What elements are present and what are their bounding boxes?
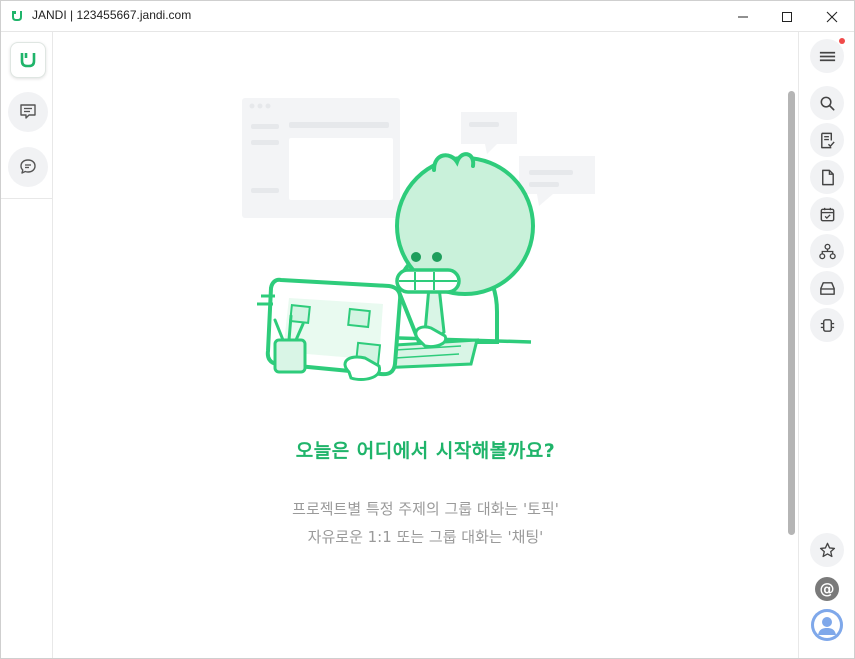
main-content: 오늘은 어디에서 시작해볼까요? 프로젝트별 특정 주제의 그룹 대화는 '토픽… — [54, 32, 797, 658]
jandi-app-icon — [12, 11, 22, 21]
calendar-button[interactable] — [810, 197, 844, 231]
title-bar: JANDI | 123455667.jandi.com — [1, 1, 854, 32]
inbox-icon — [819, 281, 835, 295]
mention-button[interactable]: @ — [815, 577, 839, 601]
maximize-button[interactable] — [764, 1, 810, 32]
close-icon — [826, 11, 838, 22]
favorites-button[interactable] — [810, 533, 844, 567]
minimize-button[interactable] — [720, 1, 766, 32]
user-silhouette-icon — [811, 609, 843, 641]
profile-avatar[interactable] — [811, 609, 843, 641]
left-rail-divider — [1, 198, 53, 199]
description-line-chat: 자유로운 1:1 또는 그룹 대화는 '채팅' — [307, 528, 544, 546]
maximize-icon — [782, 11, 792, 22]
connect-icon — [820, 318, 834, 332]
menu-icon — [819, 51, 835, 61]
topic-list-icon — [20, 104, 36, 119]
jandi-logo-icon — [20, 53, 36, 68]
todo-icon — [820, 132, 835, 148]
todo-button[interactable] — [810, 123, 844, 157]
mention-icon: @ — [819, 580, 835, 598]
topic-list-button[interactable] — [8, 92, 48, 132]
notification-dot — [839, 38, 845, 44]
right-tool-rail: @ — [798, 32, 854, 658]
left-navigation-rail — [1, 32, 53, 658]
star-icon — [819, 542, 835, 557]
org-chart-button[interactable] — [810, 234, 844, 268]
chat-list-button[interactable] — [8, 147, 48, 187]
menu-button[interactable] — [810, 39, 844, 73]
calendar-check-icon — [820, 207, 834, 221]
minimize-icon — [738, 16, 748, 17]
search-icon — [820, 96, 835, 111]
app-window: JANDI | 123455667.jandi.com 오늘은 어디에서 시작해… — [0, 0, 855, 659]
file-icon — [821, 169, 834, 185]
inbox-button[interactable] — [810, 271, 844, 305]
org-chart-icon — [818, 243, 836, 259]
chat-bubble-icon — [20, 159, 36, 174]
main-scrollbar[interactable] — [788, 91, 795, 535]
window-title: JANDI | 123455667.jandi.com — [32, 8, 192, 22]
file-button[interactable] — [810, 160, 844, 194]
description-line-topic: 프로젝트별 특정 주제의 그룹 대화는 '토픽' — [292, 500, 559, 518]
welcome-illustration — [242, 98, 595, 381]
welcome-heading: 오늘은 어디에서 시작해볼까요? — [295, 440, 556, 462]
jandi-home-button[interactable] — [10, 42, 46, 78]
connect-button[interactable] — [810, 308, 844, 342]
close-button[interactable] — [809, 1, 855, 32]
search-button[interactable] — [810, 86, 844, 120]
